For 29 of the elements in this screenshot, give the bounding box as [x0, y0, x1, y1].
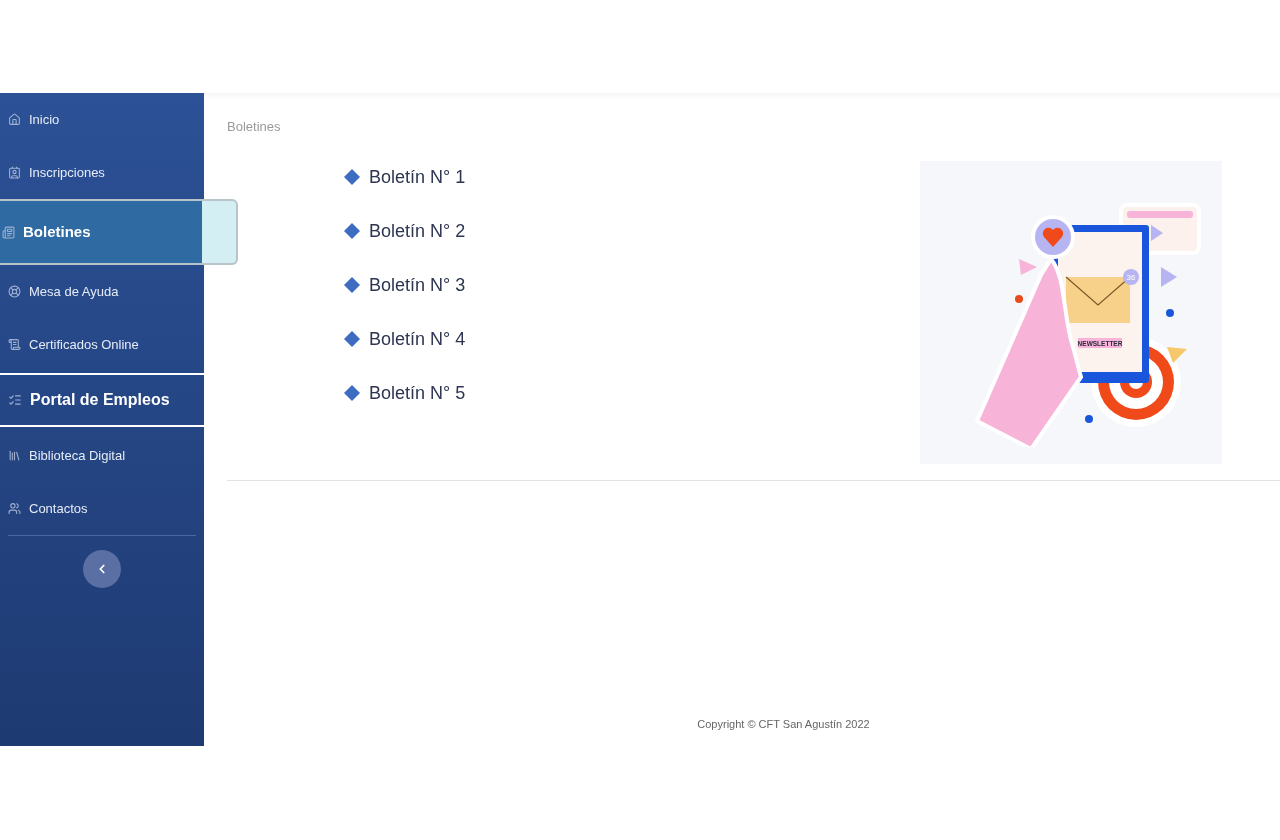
contact-card-icon — [8, 166, 21, 179]
sidebar-item[interactable]: Certificados Online — [0, 318, 204, 371]
newspaper-icon — [2, 225, 15, 239]
diamond-icon — [343, 222, 361, 240]
bulletin-link[interactable]: Boletín N° 5 — [343, 380, 466, 406]
library-icon — [8, 449, 21, 462]
sidebar-item[interactable]: Inscripciones — [0, 146, 204, 199]
bulletin-link[interactable]: Boletín N° 3 — [343, 272, 466, 298]
breadcrumb: Boletines — [227, 118, 281, 136]
sidebar-item[interactable]: Boletines — [0, 199, 238, 265]
diamond-icon — [343, 330, 361, 348]
checklist-icon — [8, 393, 22, 407]
bulletin-link[interactable]: Boletín N° 4 — [343, 326, 466, 352]
copyright-text: Copyright © CFT San Agustín 2022 — [697, 716, 870, 732]
diamond-icon — [343, 276, 361, 294]
sidebar-item[interactable]: Mesa de Ayuda — [0, 265, 204, 318]
collapse-button[interactable] — [83, 550, 121, 588]
lifebuoy-icon — [8, 285, 21, 298]
bulletin-link[interactable]: Boletín N° 1 — [343, 164, 466, 190]
diamond-icon — [343, 168, 361, 186]
sidebar-item[interactable]: Inicio — [0, 93, 204, 146]
sidebar-section[interactable]: Portal de Empleos — [0, 375, 204, 425]
bulletin-link[interactable]: Boletín N° 2 — [343, 218, 466, 244]
sidebar-item[interactable]: Contactos — [0, 482, 204, 535]
users-icon — [8, 502, 21, 515]
sidebar-item[interactable]: Biblioteca Digital — [0, 429, 204, 482]
house-icon — [8, 113, 21, 126]
diamond-icon — [343, 384, 361, 402]
scroll-icon — [8, 338, 21, 351]
